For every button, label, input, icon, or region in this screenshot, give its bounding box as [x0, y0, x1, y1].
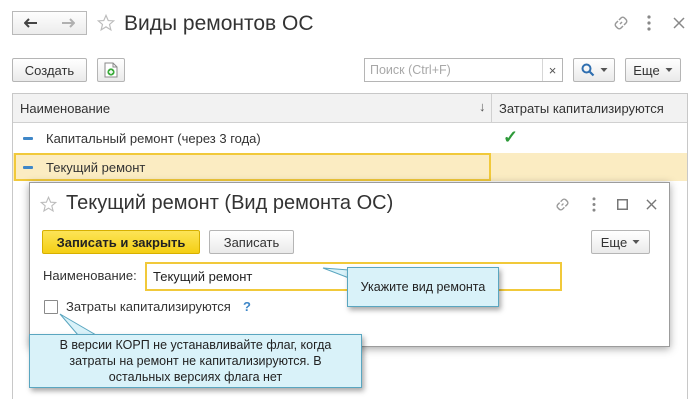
create-button[interactable]: Создать: [12, 58, 87, 82]
group-minus-icon: [23, 166, 33, 169]
search-button[interactable]: [573, 58, 615, 82]
column-header-capitalized[interactable]: Затраты капитализируются: [499, 101, 664, 116]
add-document-icon: [104, 62, 118, 78]
row-name: Текущий ремонт: [46, 160, 146, 175]
table-row-selected[interactable]: Текущий ремонт: [13, 153, 687, 181]
chevron-down-icon: [632, 240, 640, 244]
dialog-more-label: Еще: [600, 234, 628, 250]
maximize-icon[interactable]: [614, 194, 630, 214]
callout-name-hint-text: Укажите вид ремонта: [360, 280, 486, 294]
back-button[interactable]: [12, 11, 50, 35]
search-icon: [581, 63, 594, 77]
close-icon[interactable]: [669, 13, 689, 33]
more-button-label: Еще: [633, 62, 660, 78]
dialog-title: Текущий ремонт (Вид ремонта ОС): [66, 192, 394, 214]
table-header: Наименование ↓ Затраты капитализируются: [13, 94, 687, 123]
search-clear-button[interactable]: ×: [542, 59, 562, 81]
page-title: Виды ремонтов ОС: [124, 12, 314, 35]
callout-checkbox-hint-line: В версии КОРП не устанавливайте флаг, ко…: [59, 338, 332, 352]
arrow-right-icon: [61, 18, 75, 28]
search-input[interactable]: Поиск (Ctrl+F) ×: [364, 58, 563, 82]
callout-checkbox-hint: В версии КОРП не устанавливайте флаг, ко…: [29, 334, 362, 388]
close-icon[interactable]: [642, 194, 660, 214]
more-vertical-icon[interactable]: [643, 13, 655, 33]
row-name: Капитальный ремонт (через 3 года): [46, 131, 261, 146]
save-and-close-label: Записать и закрыть: [56, 234, 186, 250]
save-button[interactable]: Записать: [209, 230, 294, 254]
sort-desc-icon[interactable]: ↓: [479, 99, 486, 114]
checkmark-icon: ✓: [503, 127, 519, 147]
arrow-left-icon: [24, 18, 37, 28]
search-placeholder: Поиск (Ctrl+F): [370, 63, 451, 77]
more-vertical-icon[interactable]: [589, 194, 599, 214]
group-minus-icon: [23, 137, 33, 140]
more-button[interactable]: Еще: [625, 58, 681, 82]
dialog-more-button[interactable]: Еще: [591, 230, 650, 254]
forward-button[interactable]: [49, 11, 87, 35]
table-row[interactable]: Капитальный ремонт (через 3 года) ✓: [13, 124, 687, 152]
column-header-name[interactable]: Наименование: [20, 101, 110, 116]
chevron-down-icon: [665, 68, 673, 72]
name-field-value: Текущий ремонт: [153, 269, 253, 284]
name-field-label: Наименование:: [43, 268, 137, 283]
link-icon[interactable]: [552, 194, 572, 214]
column-divider: [491, 94, 492, 122]
callout-checkbox-hint-line: остальных версиях флага нет: [108, 370, 283, 384]
star-icon[interactable]: [40, 196, 57, 213]
save-button-label: Записать: [223, 234, 280, 250]
link-icon[interactable]: [611, 13, 631, 33]
create-button-label: Создать: [24, 62, 75, 78]
edit-dialog: Текущий ремонт (Вид ремонта ОС) Записать…: [29, 182, 670, 347]
copy-button[interactable]: [97, 58, 125, 82]
capitalized-checkbox[interactable]: [44, 300, 58, 314]
capitalized-checkbox-label[interactable]: Затраты капитализируются: [66, 299, 231, 314]
callout-name-hint: Укажите вид ремонта: [347, 267, 499, 307]
save-and-close-button[interactable]: Записать и закрыть: [42, 230, 200, 254]
help-icon[interactable]: ?: [243, 299, 251, 314]
star-icon[interactable]: [97, 14, 115, 32]
callout-checkbox-hint-line: затраты на ремонт не капитализируются. В: [69, 354, 322, 368]
chevron-down-icon: [600, 68, 607, 72]
